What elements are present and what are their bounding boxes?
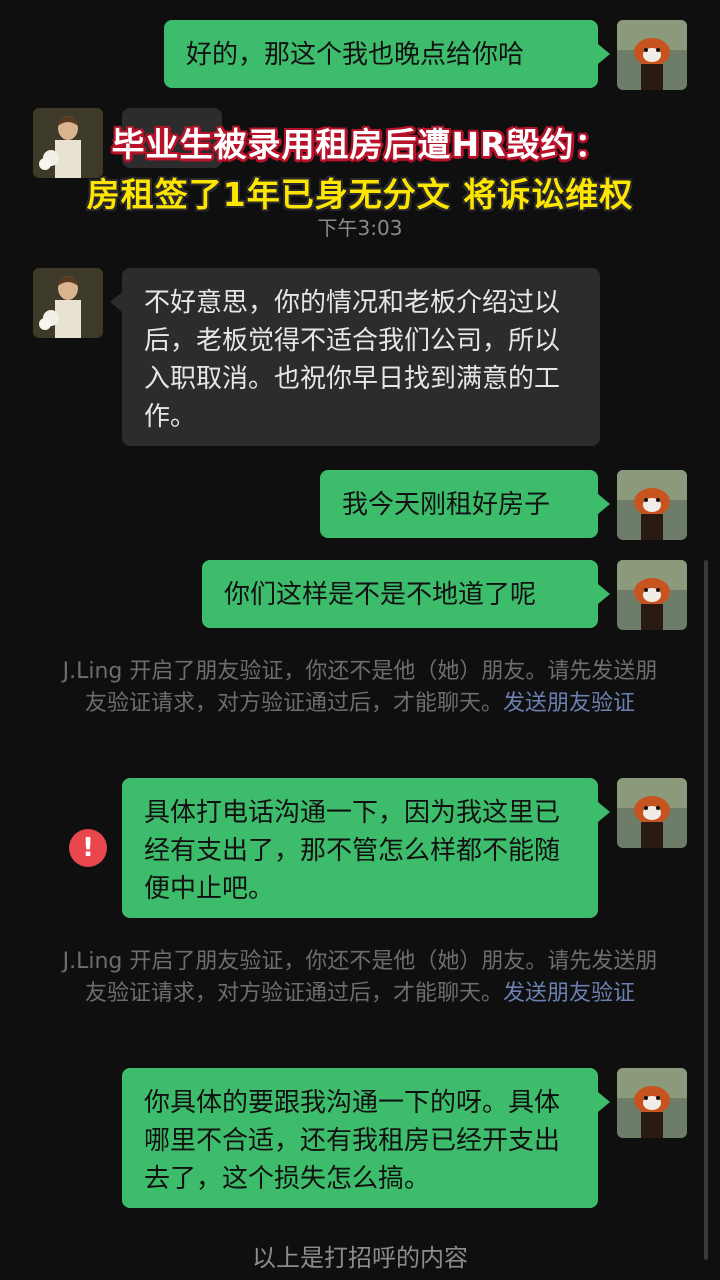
my-avatar[interactable] [617, 778, 687, 848]
headline-line-2: 房租签了1年已身无分文 将诉讼维权 [86, 175, 634, 214]
message-bubble-outgoing[interactable]: 我今天刚租好房子 [320, 470, 598, 538]
send-friend-request-link[interactable]: 发送朋友验证 [503, 691, 635, 716]
bubble-tail [598, 44, 610, 64]
message-bubble-incoming[interactable]: 不好意思，你的情况和老板介绍过以后，老板觉得不适合我们公司，所以入职取消。也祝你… [122, 268, 600, 446]
message-bubble-outgoing[interactable]: 你们这样是不是不地道了呢 [202, 560, 598, 628]
footer-caption: 以上是打招呼的内容 [252, 1244, 468, 1272]
my-avatar[interactable] [617, 20, 687, 90]
chat-screen: 好的，那这个我也晚点给你哈 毕业生被录用租房后遭HR毁约： 房租签了1年已身无分… [0, 0, 720, 1280]
message-text: 好的，那这个我也晚点给你哈 [186, 40, 525, 70]
timestamp: 下午3:03 [317, 216, 403, 240]
message-text: 你们这样是不是不地道了呢 [224, 580, 537, 610]
message-bubble-outgoing[interactable]: 你具体的要跟我沟通一下的呀。具体哪里不合适，还有我租房已经开支出去了，这个损失怎… [122, 1068, 598, 1208]
my-avatar[interactable] [617, 560, 687, 630]
message-text: 不好意思，你的情况和老板介绍过以后，老板觉得不适合我们公司，所以入职取消。也祝你… [144, 288, 561, 432]
bubble-tail [598, 1092, 610, 1112]
contact-avatar[interactable] [33, 268, 103, 338]
my-avatar[interactable] [617, 1068, 687, 1138]
bubble-tail [598, 584, 610, 604]
message-text: 我今天刚租好房子 [342, 490, 551, 520]
system-notice: J.Ling 开启了朋友验证，你还不是他（她）朋友。请先发送朋友验证请求，对方验… [60, 946, 660, 1010]
bubble-tail [598, 802, 610, 822]
headline-line-1: 毕业生被录用租房后遭HR毁约： [111, 125, 609, 164]
bubble-tail [598, 494, 610, 514]
system-notice: J.Ling 开启了朋友验证，你还不是他（她）朋友。请先发送朋友验证请求，对方验… [60, 656, 660, 720]
message-bubble-outgoing[interactable]: 好的，那这个我也晚点给你哈 [164, 20, 598, 88]
bubble-tail [110, 292, 122, 312]
send-friend-request-link[interactable]: 发送朋友验证 [503, 981, 635, 1006]
my-avatar[interactable] [617, 470, 687, 540]
send-failed-icon[interactable]: ! [69, 829, 107, 867]
message-text: 具体打电话沟通一下，因为我这里已经有支出了，那不管怎么样都不能随便中止吧。 [144, 798, 561, 904]
message-text: 你具体的要跟我沟通一下的呀。具体哪里不合适，还有我租房已经开支出去了，这个损失怎… [144, 1088, 561, 1194]
message-bubble-outgoing[interactable]: 具体打电话沟通一下，因为我这里已经有支出了，那不管怎么样都不能随便中止吧。 [122, 778, 598, 918]
scrollbar[interactable] [704, 560, 708, 1260]
